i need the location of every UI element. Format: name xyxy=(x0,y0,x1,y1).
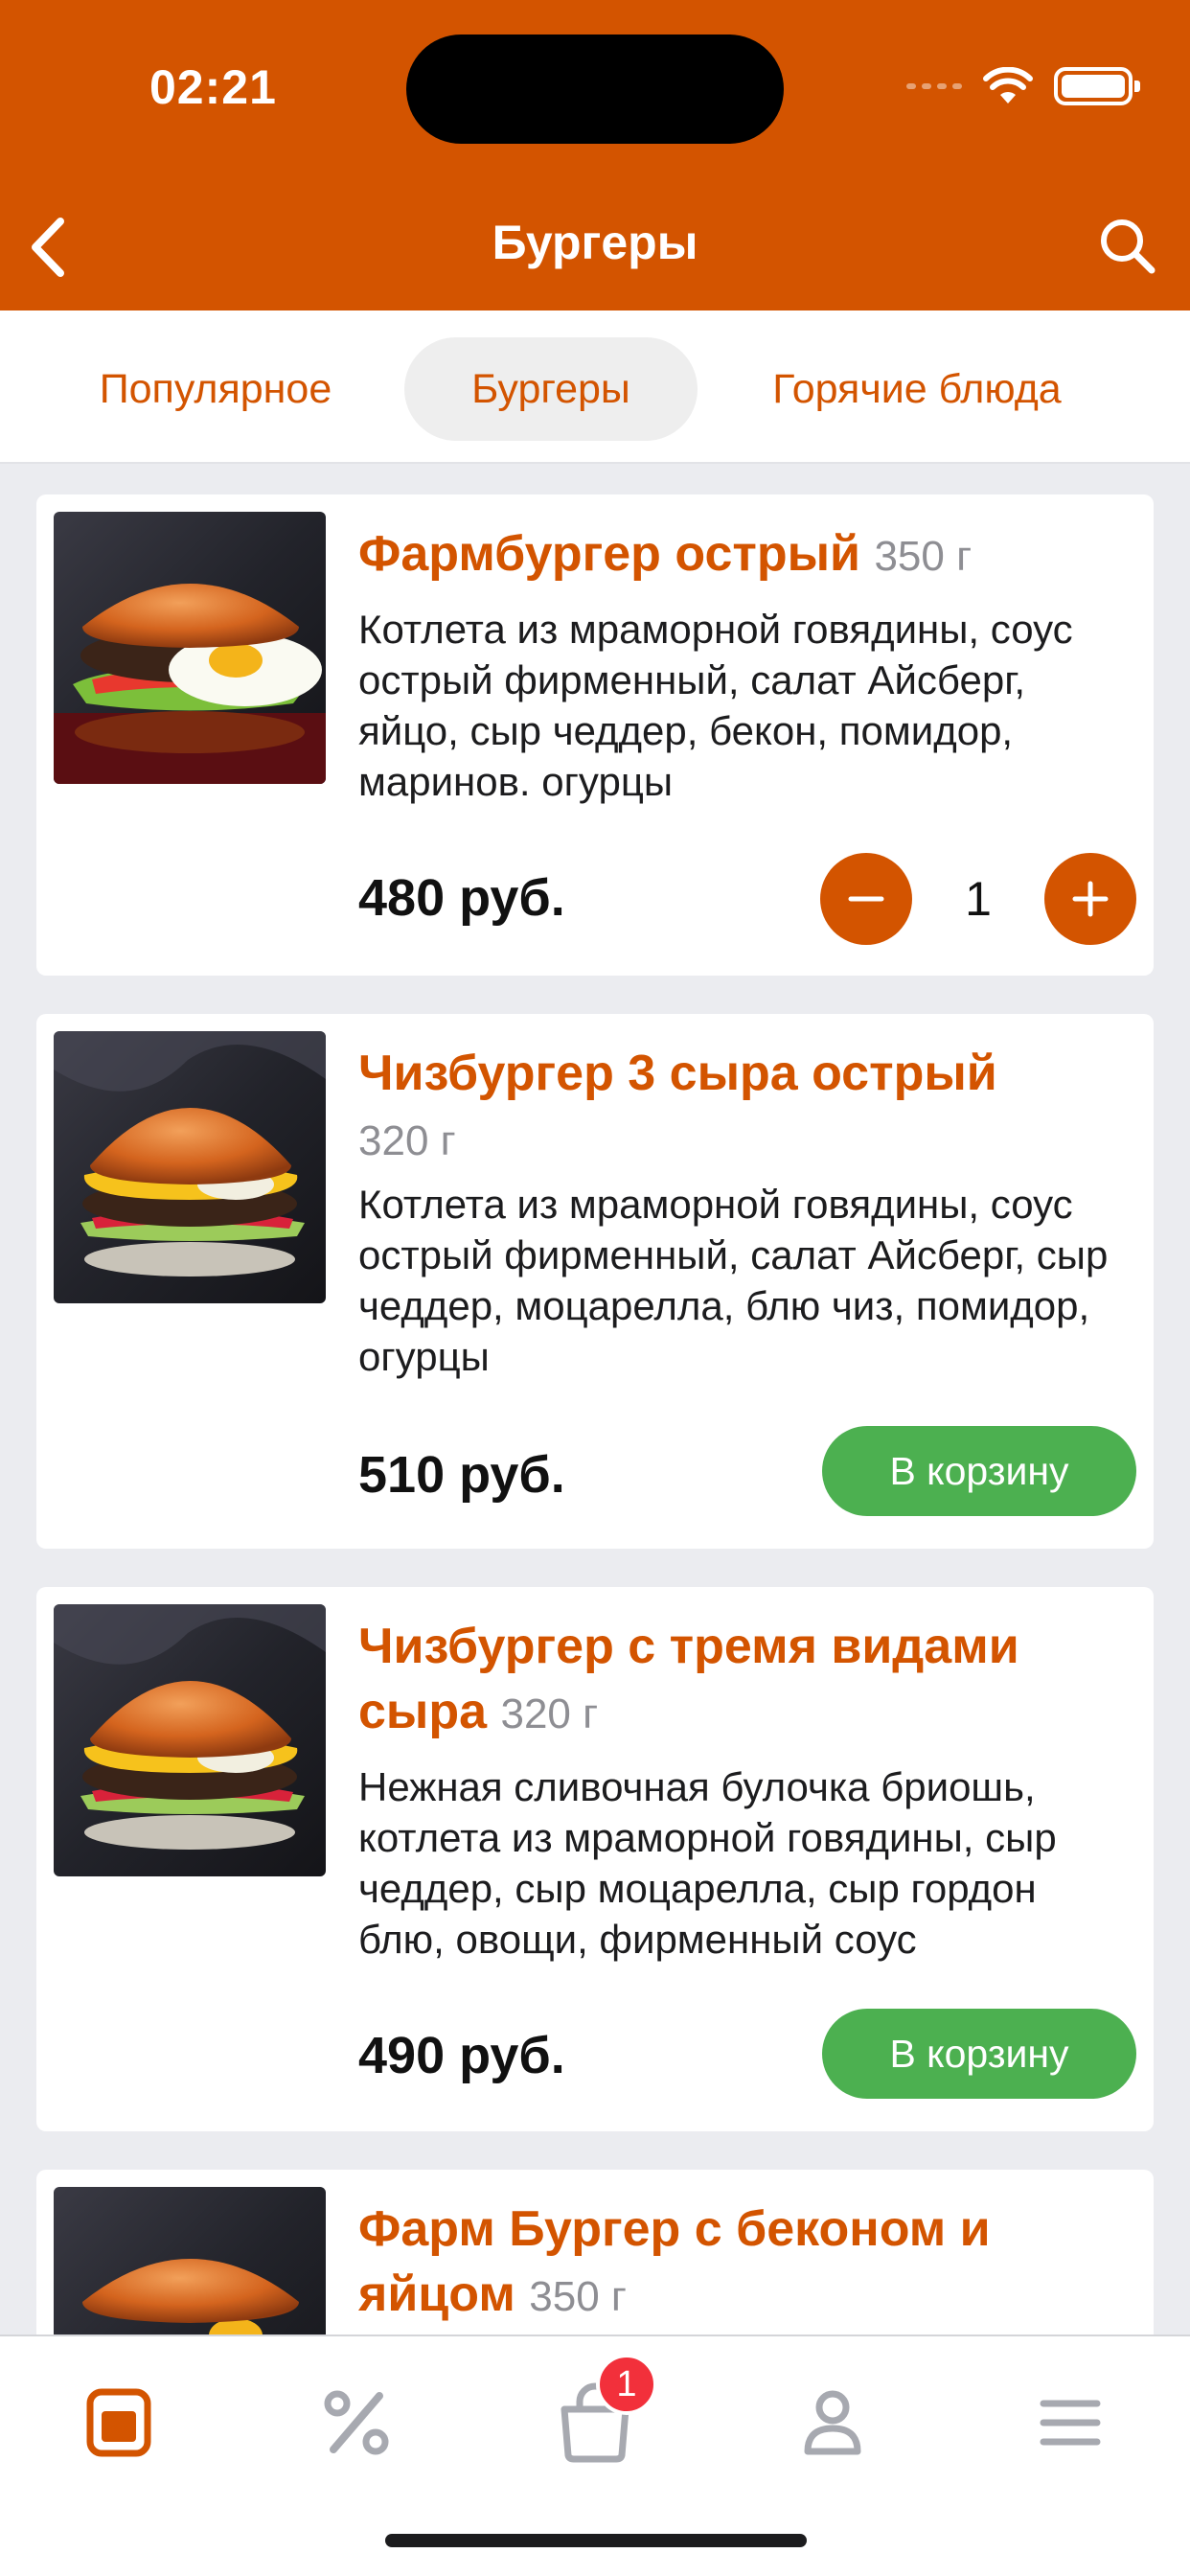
quantity-value: 1 xyxy=(965,872,992,926)
product-price: 480 руб. xyxy=(358,869,565,927)
add-to-cart-button[interactable]: В корзину xyxy=(822,2009,1136,2099)
profile-icon xyxy=(804,2390,861,2455)
signal-icon xyxy=(906,83,962,89)
product-name: Чизбургер 3 сыра острый xyxy=(358,1046,997,1101)
product-image[interactable] xyxy=(54,1604,326,1876)
product-title: Фармбургер острый 350 г xyxy=(358,521,1134,589)
product-price: 510 руб. xyxy=(358,1446,565,1504)
search-button[interactable] xyxy=(1092,211,1161,280)
plus-icon xyxy=(1072,881,1109,917)
tab-popular[interactable]: Популярное xyxy=(57,337,374,441)
increment-button[interactable] xyxy=(1044,853,1136,945)
product-description: Котлета из мраморной говядины, соус остр… xyxy=(358,1182,1109,1379)
tab-menu[interactable] xyxy=(71,2375,167,2471)
percent-icon xyxy=(324,2390,389,2455)
status-icons xyxy=(906,67,1140,105)
product-name: Фармбургер острый xyxy=(358,526,860,582)
product-weight: 350 г xyxy=(874,533,973,580)
product-title: Чизбургер 3 сыра острый 320 г xyxy=(358,1041,1134,1174)
decrement-button[interactable] xyxy=(820,853,912,945)
add-to-cart-button[interactable]: В корзину xyxy=(822,1426,1136,1516)
minus-icon xyxy=(848,896,884,902)
menu-icon xyxy=(86,2388,151,2457)
product-price: 490 руб. xyxy=(358,2027,565,2084)
product-weight: 320 г xyxy=(500,1690,599,1737)
product-card[interactable]: Фармбургер острый 350 г Котлета из мрамо… xyxy=(36,494,1154,976)
more-icon xyxy=(1040,2400,1101,2446)
page-title: Бургеры xyxy=(492,216,698,269)
product-weight: 320 г xyxy=(358,1117,456,1164)
product-image[interactable] xyxy=(54,1031,326,1303)
product-card[interactable]: Чизбургер 3 сыра острый 320 г Котлета из… xyxy=(36,1014,1154,1549)
product-title: Чизбургер с тремя видами сыра 320 г xyxy=(358,1614,1134,1747)
wifi-icon xyxy=(983,67,1033,104)
product-title: Фарм Бургер с беконом и яйцом 350 г xyxy=(358,2196,1134,2330)
tab-burgers[interactable]: Бургеры xyxy=(404,337,698,441)
product-name: Чизбургер с тремя видами сыра xyxy=(358,1619,1019,1739)
app-header: 02:21 Бургеры xyxy=(0,0,1190,310)
status-time: 02:21 xyxy=(149,60,277,114)
product-description: Нежная сливочная булочка бриошь, котлета… xyxy=(358,1764,1057,1962)
category-tabs: Популярное Бургеры Горячие блюда xyxy=(0,310,1190,464)
product-description: Котлета из мраморной говядины, соус остр… xyxy=(358,607,1073,804)
battery-icon xyxy=(1054,67,1140,105)
cart-badge: 1 xyxy=(596,2354,657,2415)
product-card[interactable]: Чизбургер с тремя видами сыра 320 г Нежн… xyxy=(36,1587,1154,2131)
product-weight: 350 г xyxy=(529,2273,627,2320)
product-name: Фарм Бургер с беконом и яйцом xyxy=(358,2201,991,2322)
dynamic-island xyxy=(406,34,784,144)
quantity-stepper: 1 xyxy=(820,853,1136,945)
tab-promotions[interactable] xyxy=(309,2375,404,2471)
tab-more[interactable] xyxy=(1022,2375,1118,2471)
home-indicator xyxy=(385,2534,807,2547)
tab-hot-dishes[interactable]: Горячие блюда xyxy=(728,337,1106,441)
tab-profile[interactable] xyxy=(785,2375,881,2471)
product-image[interactable] xyxy=(54,512,326,784)
search-icon xyxy=(1101,219,1156,274)
